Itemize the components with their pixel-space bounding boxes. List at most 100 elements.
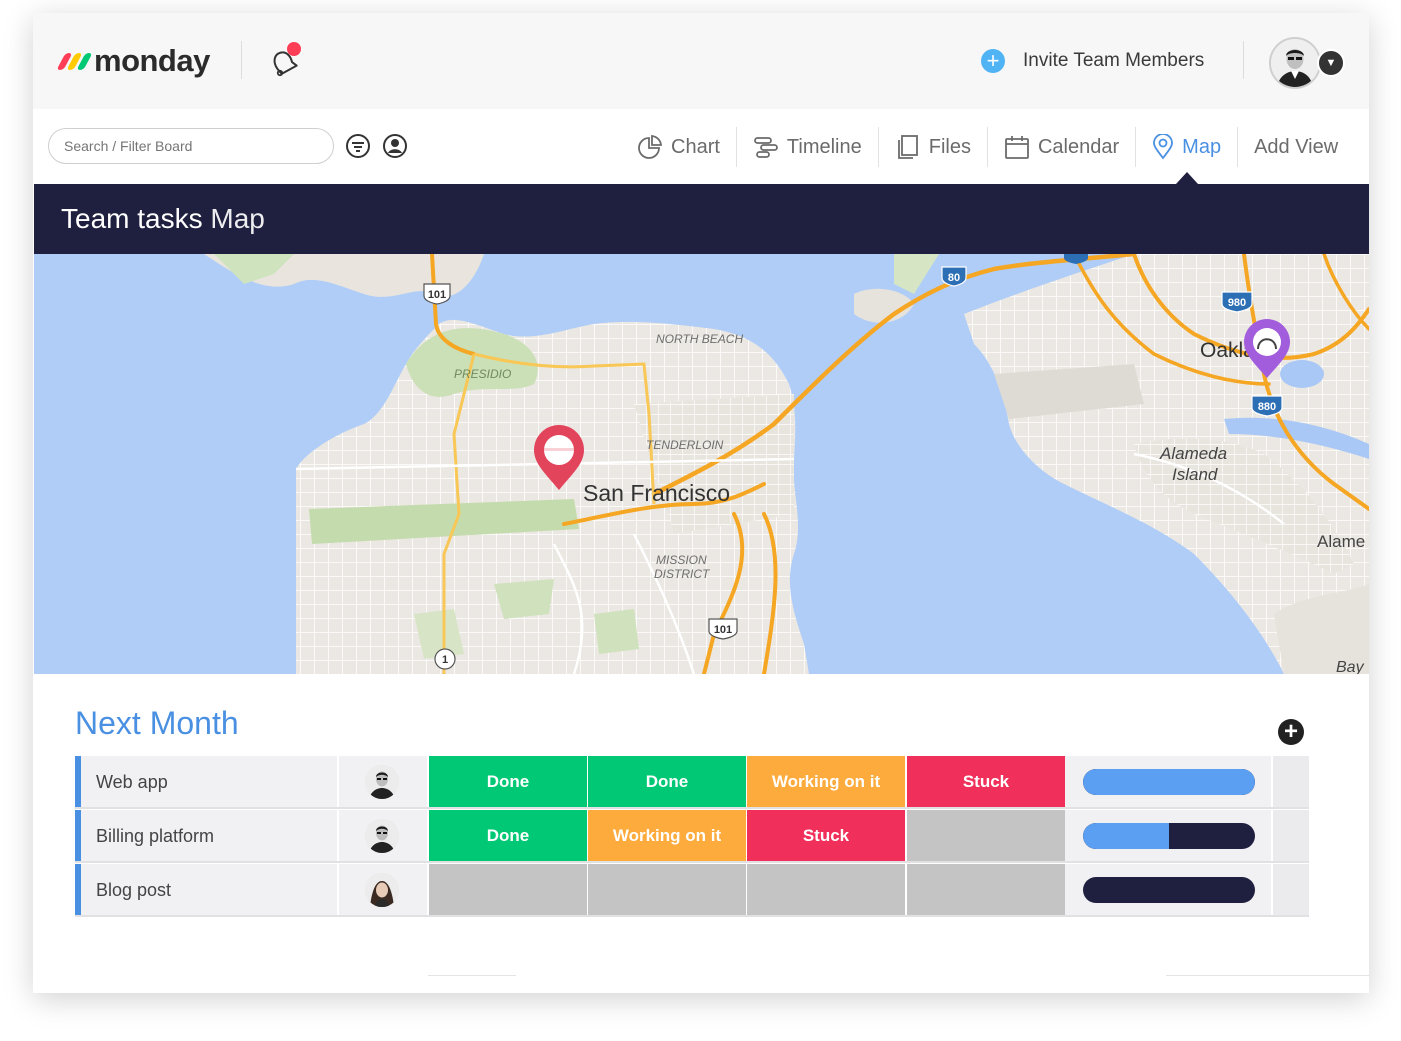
person-cell[interactable]	[339, 756, 427, 808]
calendar-icon	[1005, 136, 1029, 159]
notifications-bell-icon[interactable]	[265, 41, 305, 81]
row-end-cell	[1273, 810, 1309, 862]
label-island: Island	[1172, 465, 1218, 484]
status-cell[interactable]	[429, 864, 587, 916]
progress-bar-fill	[1083, 769, 1255, 795]
view-name: Map	[210, 203, 265, 234]
avatar	[365, 819, 399, 853]
shield-101-north: 101	[428, 289, 446, 301]
progress-cell	[1065, 756, 1271, 808]
item-name[interactable]: Blog post	[75, 864, 337, 916]
tab-calendar[interactable]: Calendar	[988, 127, 1137, 167]
status-cell[interactable]: Stuck	[747, 810, 905, 862]
board-name: Team tasks	[61, 203, 203, 234]
table-row[interactable]: Web app Done Done Working on it Stuck	[75, 756, 1309, 808]
progress-cell	[1065, 810, 1271, 862]
user-avatar[interactable]	[1269, 37, 1321, 89]
footer-divider	[1166, 975, 1369, 976]
search-filter-input[interactable]	[48, 128, 334, 164]
status-cell[interactable]: Done	[429, 756, 587, 808]
status-cell[interactable]	[588, 864, 746, 916]
plus-icon: +	[981, 49, 1005, 73]
progress-bar	[1083, 877, 1255, 903]
invite-label: Invite Team Members	[1023, 50, 1205, 71]
pie-chart-icon	[638, 135, 662, 159]
person-cell[interactable]	[339, 810, 427, 862]
status-cell[interactable]	[747, 864, 905, 916]
progress-bar	[1083, 823, 1255, 849]
status-cell[interactable]	[907, 810, 1065, 862]
topbar-divider	[1243, 41, 1244, 79]
tab-map[interactable]: Map	[1136, 127, 1239, 167]
logo-mark-icon	[56, 52, 93, 70]
label-alame: Alame	[1317, 532, 1365, 551]
label-tenderloin: TENDERLOIN	[646, 438, 724, 452]
item-name[interactable]: Billing platform	[75, 810, 337, 862]
shield-101-south: 101	[714, 624, 732, 636]
person-cell[interactable]	[339, 864, 427, 916]
tab-files[interactable]: Files	[879, 127, 988, 167]
map-canvas: 101 101 80 980 880 1 NORTH BEACH PRESIDI…	[34, 254, 1369, 674]
timeline-icon	[754, 137, 778, 158]
label-bay: Bay	[1336, 659, 1365, 674]
monday-logo[interactable]: monday	[56, 43, 210, 79]
tab-label: Map	[1182, 135, 1222, 158]
label-alameda: Alameda	[1159, 444, 1227, 463]
chevron-down-icon[interactable]: ▼	[1317, 49, 1345, 77]
tab-label: Files	[928, 135, 971, 158]
shield-980: 980	[1228, 297, 1246, 309]
progress-bar	[1083, 769, 1255, 795]
status-cell[interactable]: Done	[429, 810, 587, 862]
filter-icon[interactable]	[345, 133, 371, 159]
status-cell[interactable]: Working on it	[588, 810, 746, 862]
row-divider	[75, 807, 1309, 809]
tab-label: Timeline	[786, 135, 862, 158]
footer-divider	[428, 975, 516, 976]
top-bar: monday + Invite Team Members ▼	[33, 13, 1369, 109]
label-san-francisco: San Francisco	[583, 480, 730, 506]
tab-timeline[interactable]: Timeline	[737, 127, 879, 167]
row-end-cell	[1273, 756, 1309, 808]
item-name[interactable]: Web app	[75, 756, 337, 808]
shield-1: 1	[442, 654, 448, 666]
invite-team-members-button[interactable]: + Invite Team Members	[981, 46, 1204, 76]
board-header: Team tasks Map	[34, 184, 1369, 254]
avatar	[365, 873, 399, 907]
status-cell[interactable]: Working on it	[747, 756, 905, 808]
label-district: DISTRICT	[654, 567, 711, 581]
label-presidio: PRESIDIO	[454, 367, 511, 381]
tab-label: Calendar	[1037, 135, 1120, 158]
status-cell[interactable]: Done	[588, 756, 746, 808]
tab-add-view[interactable]: Add View	[1238, 127, 1354, 167]
table-row[interactable]: Billing platform Done Working on it Stuc…	[75, 810, 1309, 862]
row-end-cell	[1273, 864, 1309, 916]
app-window: monday + Invite Team Members ▼ Search / …	[33, 13, 1369, 993]
add-column-plus-icon[interactable]: +	[1278, 719, 1304, 745]
active-tab-indicator	[1176, 172, 1198, 184]
table-row[interactable]: Blog post	[75, 864, 1309, 916]
row-divider	[75, 861, 1309, 863]
view-tabs: Chart Timeline Files Calendar Map Add Vi…	[621, 127, 1354, 167]
group-title[interactable]: Next Month	[75, 705, 239, 742]
map-view[interactable]: 101 101 80 980 880 1 NORTH BEACH PRESIDI…	[34, 254, 1369, 674]
topbar-divider	[241, 41, 242, 79]
person-filter-icon[interactable]	[382, 133, 408, 159]
map-pin-icon	[1153, 134, 1174, 160]
avatar	[365, 765, 399, 799]
progress-bar-fill	[1083, 823, 1169, 849]
progress-cell	[1065, 864, 1271, 916]
tab-label: Chart	[671, 135, 720, 158]
label-mission: MISSION	[656, 553, 707, 567]
status-cell[interactable]	[907, 864, 1065, 916]
tab-chart[interactable]: Chart	[621, 127, 737, 167]
row-divider	[75, 915, 1309, 917]
shield-80: 80	[948, 272, 960, 284]
logo-text: monday	[94, 43, 210, 78]
label-north-beach: NORTH BEACH	[656, 332, 743, 346]
tab-label: Add View	[1254, 135, 1339, 158]
board-toolbar: Chart Timeline Files	[33, 109, 1369, 184]
shield-880: 880	[1258, 401, 1276, 413]
status-cell[interactable]: Stuck	[907, 756, 1065, 808]
notification-dot	[287, 42, 301, 56]
files-icon	[897, 135, 918, 159]
